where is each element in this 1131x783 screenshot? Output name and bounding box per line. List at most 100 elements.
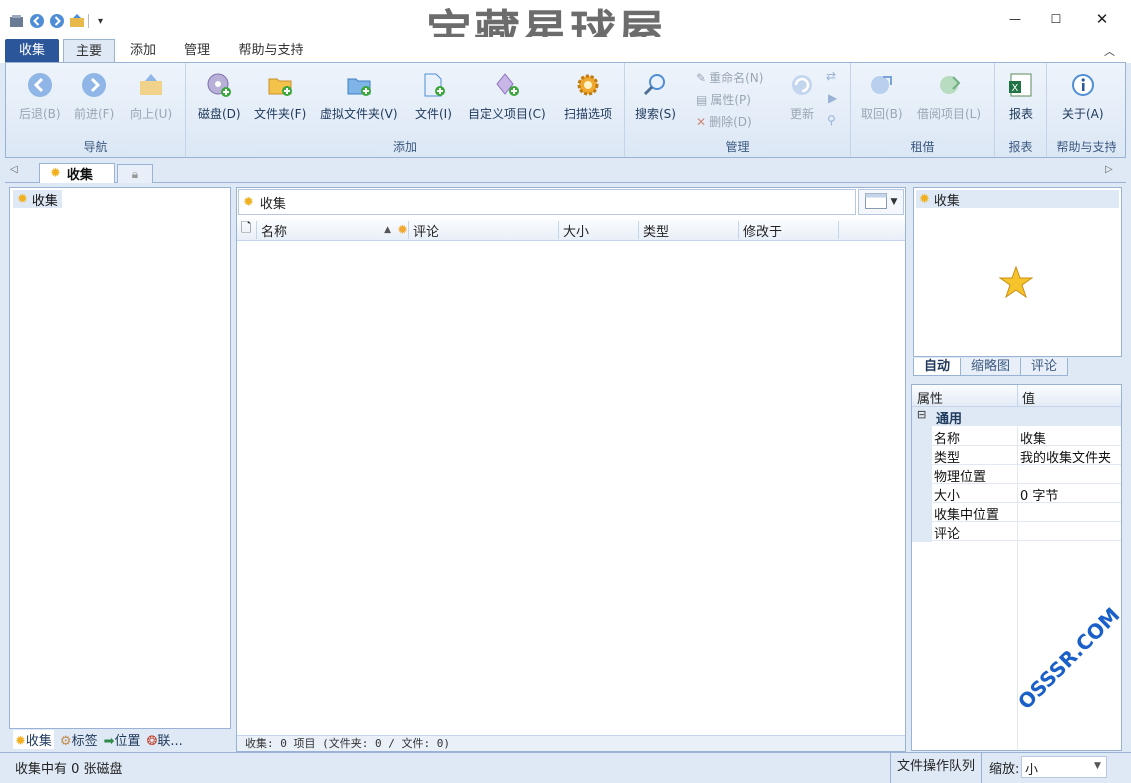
tab-help[interactable]: 帮助与支持 [228,39,314,63]
group-help: 关于(A) 帮助与支持 [1047,63,1126,157]
rename-button[interactable]: ✎ 重命名(N) [696,69,763,86]
app-icon[interactable] [8,13,25,30]
new-tab-button[interactable]: 🔒︎ [117,164,153,183]
doc-tab-collection[interactable]: ✹ 收集 [39,163,115,183]
prop-key: 类型 [934,451,961,466]
qat-back-icon[interactable] [28,13,45,30]
collapse-icon[interactable]: ⊟ [917,408,926,421]
properties-label: 属性(P) [710,93,751,107]
up-label: 向上(U) [130,107,173,121]
location-icon: ➡ [103,733,115,749]
prop-row-type[interactable]: 类型 我的收集文件夹 [932,446,1121,466]
delete-icon: ✕ [696,114,707,129]
prop-key: 评论 [934,527,961,542]
prop-row-collection-location[interactable]: 收集中位置 [932,503,1121,523]
left-tab-contacts[interactable]: ❂联... [147,730,183,749]
zoom-icon[interactable]: ⚲ [827,113,836,127]
star-icon: ✹ [919,191,930,207]
col-size-label: 大小 [563,224,590,240]
forward-button[interactable]: 前进(F) [74,71,114,122]
prop-row-size[interactable]: 大小 0 字节 [932,484,1121,504]
properties-button[interactable]: ▤ 属性(P) [696,91,751,108]
address-text: 收集 [259,196,286,212]
tab-collection[interactable]: 收集 [5,39,59,63]
add-file-button[interactable]: 文件(I) [415,71,452,122]
update-label: 更新 [789,107,814,121]
report-label: 报表 [1008,107,1033,121]
col-modified[interactable]: 修改于 [739,221,839,240]
rename-label: 重命名(N) [709,71,764,85]
add-custom-item-button[interactable]: 自定义项目(C) [468,71,546,122]
gear-icon [574,71,602,99]
about-label: 关于(A) [1062,107,1104,121]
chevron-down-icon: ▼ [1094,761,1101,771]
tab-manage[interactable]: 管理 [174,39,220,63]
maximize-button[interactable]: ☐ [1033,0,1079,37]
return-icon [868,71,896,99]
qat-forward-icon[interactable] [48,13,65,30]
add-virtual-folder-button[interactable]: 虚拟文件夹(V) [320,71,398,122]
tab-main[interactable]: 主要 [63,39,115,63]
update-button[interactable]: 更新 [788,71,816,122]
up-button[interactable]: 向上(U) [130,71,172,122]
tree-root-item[interactable]: ✹ 收集 [13,190,62,209]
zoom-select[interactable]: 小 ▼ [1021,756,1107,778]
close-button[interactable]: ✕ [1079,0,1125,37]
col-modified-label: 修改于 [743,224,783,240]
col-size[interactable]: 大小 [559,221,639,240]
qat-customize-icon[interactable]: ▾ [92,13,109,30]
tab-scroll-left-icon[interactable]: ◁ [10,164,18,175]
excel-report-icon: X [1007,71,1035,99]
prop-key: 大小 [934,489,961,504]
col-type[interactable]: 类型 [639,221,739,240]
left-tab-label: 联... [157,733,183,749]
col-name[interactable]: 名称 ▲ ✹ [257,221,409,240]
add-disk-button[interactable]: 磁盘(D) [198,71,241,122]
view-mode-button[interactable]: ▼ [858,189,904,215]
minimize-button[interactable]: — [992,0,1038,37]
collapse-ribbon-icon[interactable]: ︿ [1104,43,1115,59]
group-add: 磁盘(D) 文件夹(F) 虚拟文件夹(V) 文件(I) 自定义项目(C) 扫描选… [186,63,625,157]
preview-title-label: 收集 [933,193,960,209]
prop-row-comment[interactable]: 评论 [932,522,1121,542]
left-tab-location[interactable]: ➡位置 [104,730,141,749]
preview-tab-auto[interactable]: 自动 [913,358,962,376]
tab-scroll-right-icon[interactable]: ▷ [1105,164,1113,175]
qat-separator [88,14,89,28]
return-button[interactable]: 取回(B) [861,71,903,122]
prop-row-physical-location[interactable]: 物理位置 [932,465,1121,485]
prop-key: 物理位置 [934,470,987,485]
borrow-item-button[interactable]: 借阅项目(L) [917,71,981,122]
delete-button[interactable]: ✕ 删除(D) [696,113,752,130]
col-type-icon[interactable]: 🗋︎ [237,221,257,239]
star-icon: ✹ [15,733,26,749]
custom-item-icon [493,71,521,99]
add-folder-button[interactable]: 文件夹(F) [254,71,306,122]
header-value: 值 [1022,392,1036,407]
folder-label: 文件夹(F) [254,107,307,121]
scan-options-button[interactable]: 扫描选项 [564,71,612,122]
star-icon: ✹ [50,166,61,181]
preview-tab-comment[interactable]: 评论 [1020,358,1069,376]
zoom-label: 缩放: [989,762,1020,777]
about-button[interactable]: 关于(A) [1062,71,1104,122]
file-operation-queue[interactable]: 文件操作队列 [890,753,982,783]
back-button[interactable]: 后退(B) [19,71,61,122]
star-icon: ✹ [17,191,28,207]
sync-icon[interactable]: ⇄ [826,69,836,83]
qat-up-folder-icon[interactable] [68,13,85,30]
folder-add-icon [266,71,294,99]
preview-tab-thumbnail[interactable]: 缩略图 [960,358,1022,376]
col-comment[interactable]: 评论 [409,221,559,240]
report-button[interactable]: X 报表 [1007,71,1035,122]
prop-key: 名称 [934,432,961,447]
address-bar[interactable]: ✹ 收集 [238,189,856,215]
prop-row-name[interactable]: 名称 收集 [932,427,1121,447]
left-tab-collection[interactable]: ✹收集 [13,729,54,749]
search-button[interactable]: 搜索(S) [635,71,676,122]
left-tab-label: 位置 [114,733,141,749]
left-tab-tags[interactable]: ⚙标签 [60,730,98,749]
play-icon[interactable]: ▶ [828,91,837,105]
tab-add[interactable]: 添加 [120,39,166,63]
lock-icon: 🔒︎ [131,166,139,181]
